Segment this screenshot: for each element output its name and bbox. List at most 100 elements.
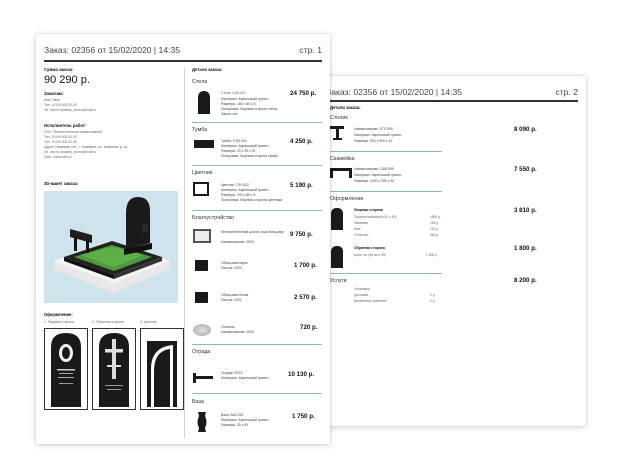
item-price: 1 700 р. (294, 262, 317, 269)
item-price: 8 200 р. (514, 277, 537, 284)
item-line: Лицевая сторона (354, 208, 383, 212)
section-divider (330, 191, 442, 192)
section-divider (192, 122, 322, 123)
item-price: 10 130 р. (288, 371, 315, 378)
section-divider (192, 393, 322, 394)
order-page-2: Заказ: 02356 от 15/02/2020 | 14:35 стр. … (318, 76, 586, 426)
order-sum-label: Сумма заказа: (44, 67, 74, 72)
section-title: Благоустройство (192, 215, 235, 221)
item-line: Размеры: 500 х 500 х 40 (354, 139, 393, 143)
model-label: 3D-макет заказа: (44, 181, 79, 186)
item-line: Портрет/овальный (40 х 30) (354, 215, 397, 219)
design-back-card (92, 328, 136, 410)
section-title: Стела (192, 79, 208, 85)
customer-line: Эл. почта: пример_почты@mail.ru (44, 108, 97, 112)
section-title: Ограда (192, 349, 211, 355)
item-line: Материал: Карельский гранит... (221, 144, 271, 148)
page-number: стр. 2 (555, 87, 578, 97)
pedestal-thumbnail (194, 140, 214, 148)
section-divider (330, 273, 442, 274)
item-price: 720 р. (300, 324, 318, 331)
item-line: Материал: Карельский гранит... (221, 418, 271, 422)
page-number: стр. 1 (299, 45, 322, 55)
item-line: Материал: Карельский гранит... (221, 97, 271, 101)
item-line: Наименование: 0003 (221, 240, 254, 244)
order-page-1: Заказ: 02356 от 15/02/2020 | 14:35 стр. … (36, 34, 330, 444)
design-label: Оформление: (44, 312, 73, 317)
item-line: Цветник: TSV-002 (221, 183, 249, 187)
section-divider (330, 151, 442, 152)
section-title: Услуги (330, 278, 347, 284)
item-line: Крест № (65 см х 25) (354, 253, 386, 257)
item-line: Размеры: 20 х 90 х 20 (221, 149, 256, 153)
design-flowerbed-card (140, 328, 184, 410)
item-line: Наименование: 0003 (221, 330, 254, 334)
item-line: Плитка: 0003 (221, 266, 242, 270)
item-line: Материал: Карельский гранит... (221, 188, 271, 192)
customer-line: Тел.: 8-000-000-00-00 (44, 103, 77, 107)
customer-line: Имя: Иван (44, 98, 60, 102)
design-front-card (44, 328, 88, 410)
contractor-line: Тел.: 8-000-000-00-00 (44, 135, 77, 139)
item-line: Имя (354, 227, 361, 231)
vase-thumbnail (196, 412, 208, 432)
section-divider (192, 165, 322, 166)
contractor-line: ООО "Фантастическое наименование" (44, 130, 103, 134)
item-price: 9 750 р. (290, 231, 313, 238)
item-line: Полировка: Лицевая сторона стелы (221, 107, 278, 111)
item-line: Отсыпка (221, 325, 235, 329)
contractor-line: Адрес: Название обл., г. Название, ул. Н… (44, 145, 128, 149)
item-line: Тумба: TUM-002 (221, 139, 247, 143)
item-value: 360 р. (430, 233, 440, 237)
item-line: Материал: Карельский гранит... (354, 173, 404, 177)
item-price: 1 800 р. (514, 245, 537, 252)
header-rule (326, 100, 578, 102)
fence-thumbnail (193, 370, 213, 383)
item-line: Ваза: ВАЗ-001 (221, 413, 244, 417)
item-price: 7 550 р. (514, 166, 537, 173)
page-title: Заказ: 02356 от 15/02/2020 | 14:35 (326, 87, 463, 97)
flowerbed-thumbnail (193, 182, 209, 196)
item-value: 1800 р. (430, 215, 441, 219)
item-price: 8 090 р. (514, 126, 537, 133)
item-line: Временное хранение (354, 299, 387, 303)
item-line: Размеры: 180 х 80 х 8 (221, 102, 256, 106)
column-divider (184, 68, 185, 438)
section-title: Скамейка (330, 156, 355, 162)
bench-thumbnail (330, 168, 352, 178)
item-line: Ограда: 00ХХ (221, 371, 243, 375)
item-price: 1 750 р. (292, 413, 315, 420)
section-title: Столик (330, 115, 348, 121)
item-line: Облицовка боков (221, 293, 249, 297)
gravel-thumbnail (193, 324, 211, 336)
section-divider (192, 344, 322, 345)
item-value: 110 р. (430, 227, 439, 231)
section-divider (192, 210, 322, 211)
section-title: Тумба (192, 127, 208, 133)
item-line: Облицовка меры (221, 261, 248, 265)
item-line: Полировка: Лицевая сторона тумбы (221, 154, 278, 158)
stele-thumbnail (196, 90, 212, 114)
item-line: Фаска: нет (221, 112, 238, 116)
cladding-tile-thumbnail (195, 260, 208, 271)
item-line: Плитка: 0002 (221, 298, 242, 302)
item-line: Железобетонный цоколь под облицовку (221, 230, 284, 234)
table-thumbnail (330, 126, 344, 140)
section-title: Оформление (330, 196, 364, 202)
side-cladding-thumbnail (195, 292, 208, 303)
item-line: Материал: Карельский гранит... (221, 376, 271, 380)
contractor-line: Тел.: 8-000-000-00-00 (44, 140, 77, 144)
item-price: 3 810 р. (514, 207, 537, 214)
customer-label: Заказчик: (44, 91, 64, 96)
contractor-line: Эл. почта: пример_почты@mail.ru (44, 150, 97, 154)
back-design-thumbnail (331, 246, 343, 268)
item-price: 5 190 р. (290, 182, 313, 189)
header-rule (44, 60, 322, 62)
item-value: 155 р. (430, 221, 440, 225)
design-caption: 3. Цветник (140, 320, 157, 324)
item-value: 0 р. (430, 299, 436, 303)
page-title: Заказ: 02356 от 15/02/2020 | 14:35 (44, 45, 181, 55)
foundation-thumbnail (193, 229, 211, 243)
item-line: Наименование: CAM-999 (354, 167, 394, 171)
item-line: Фамилия (354, 221, 368, 225)
